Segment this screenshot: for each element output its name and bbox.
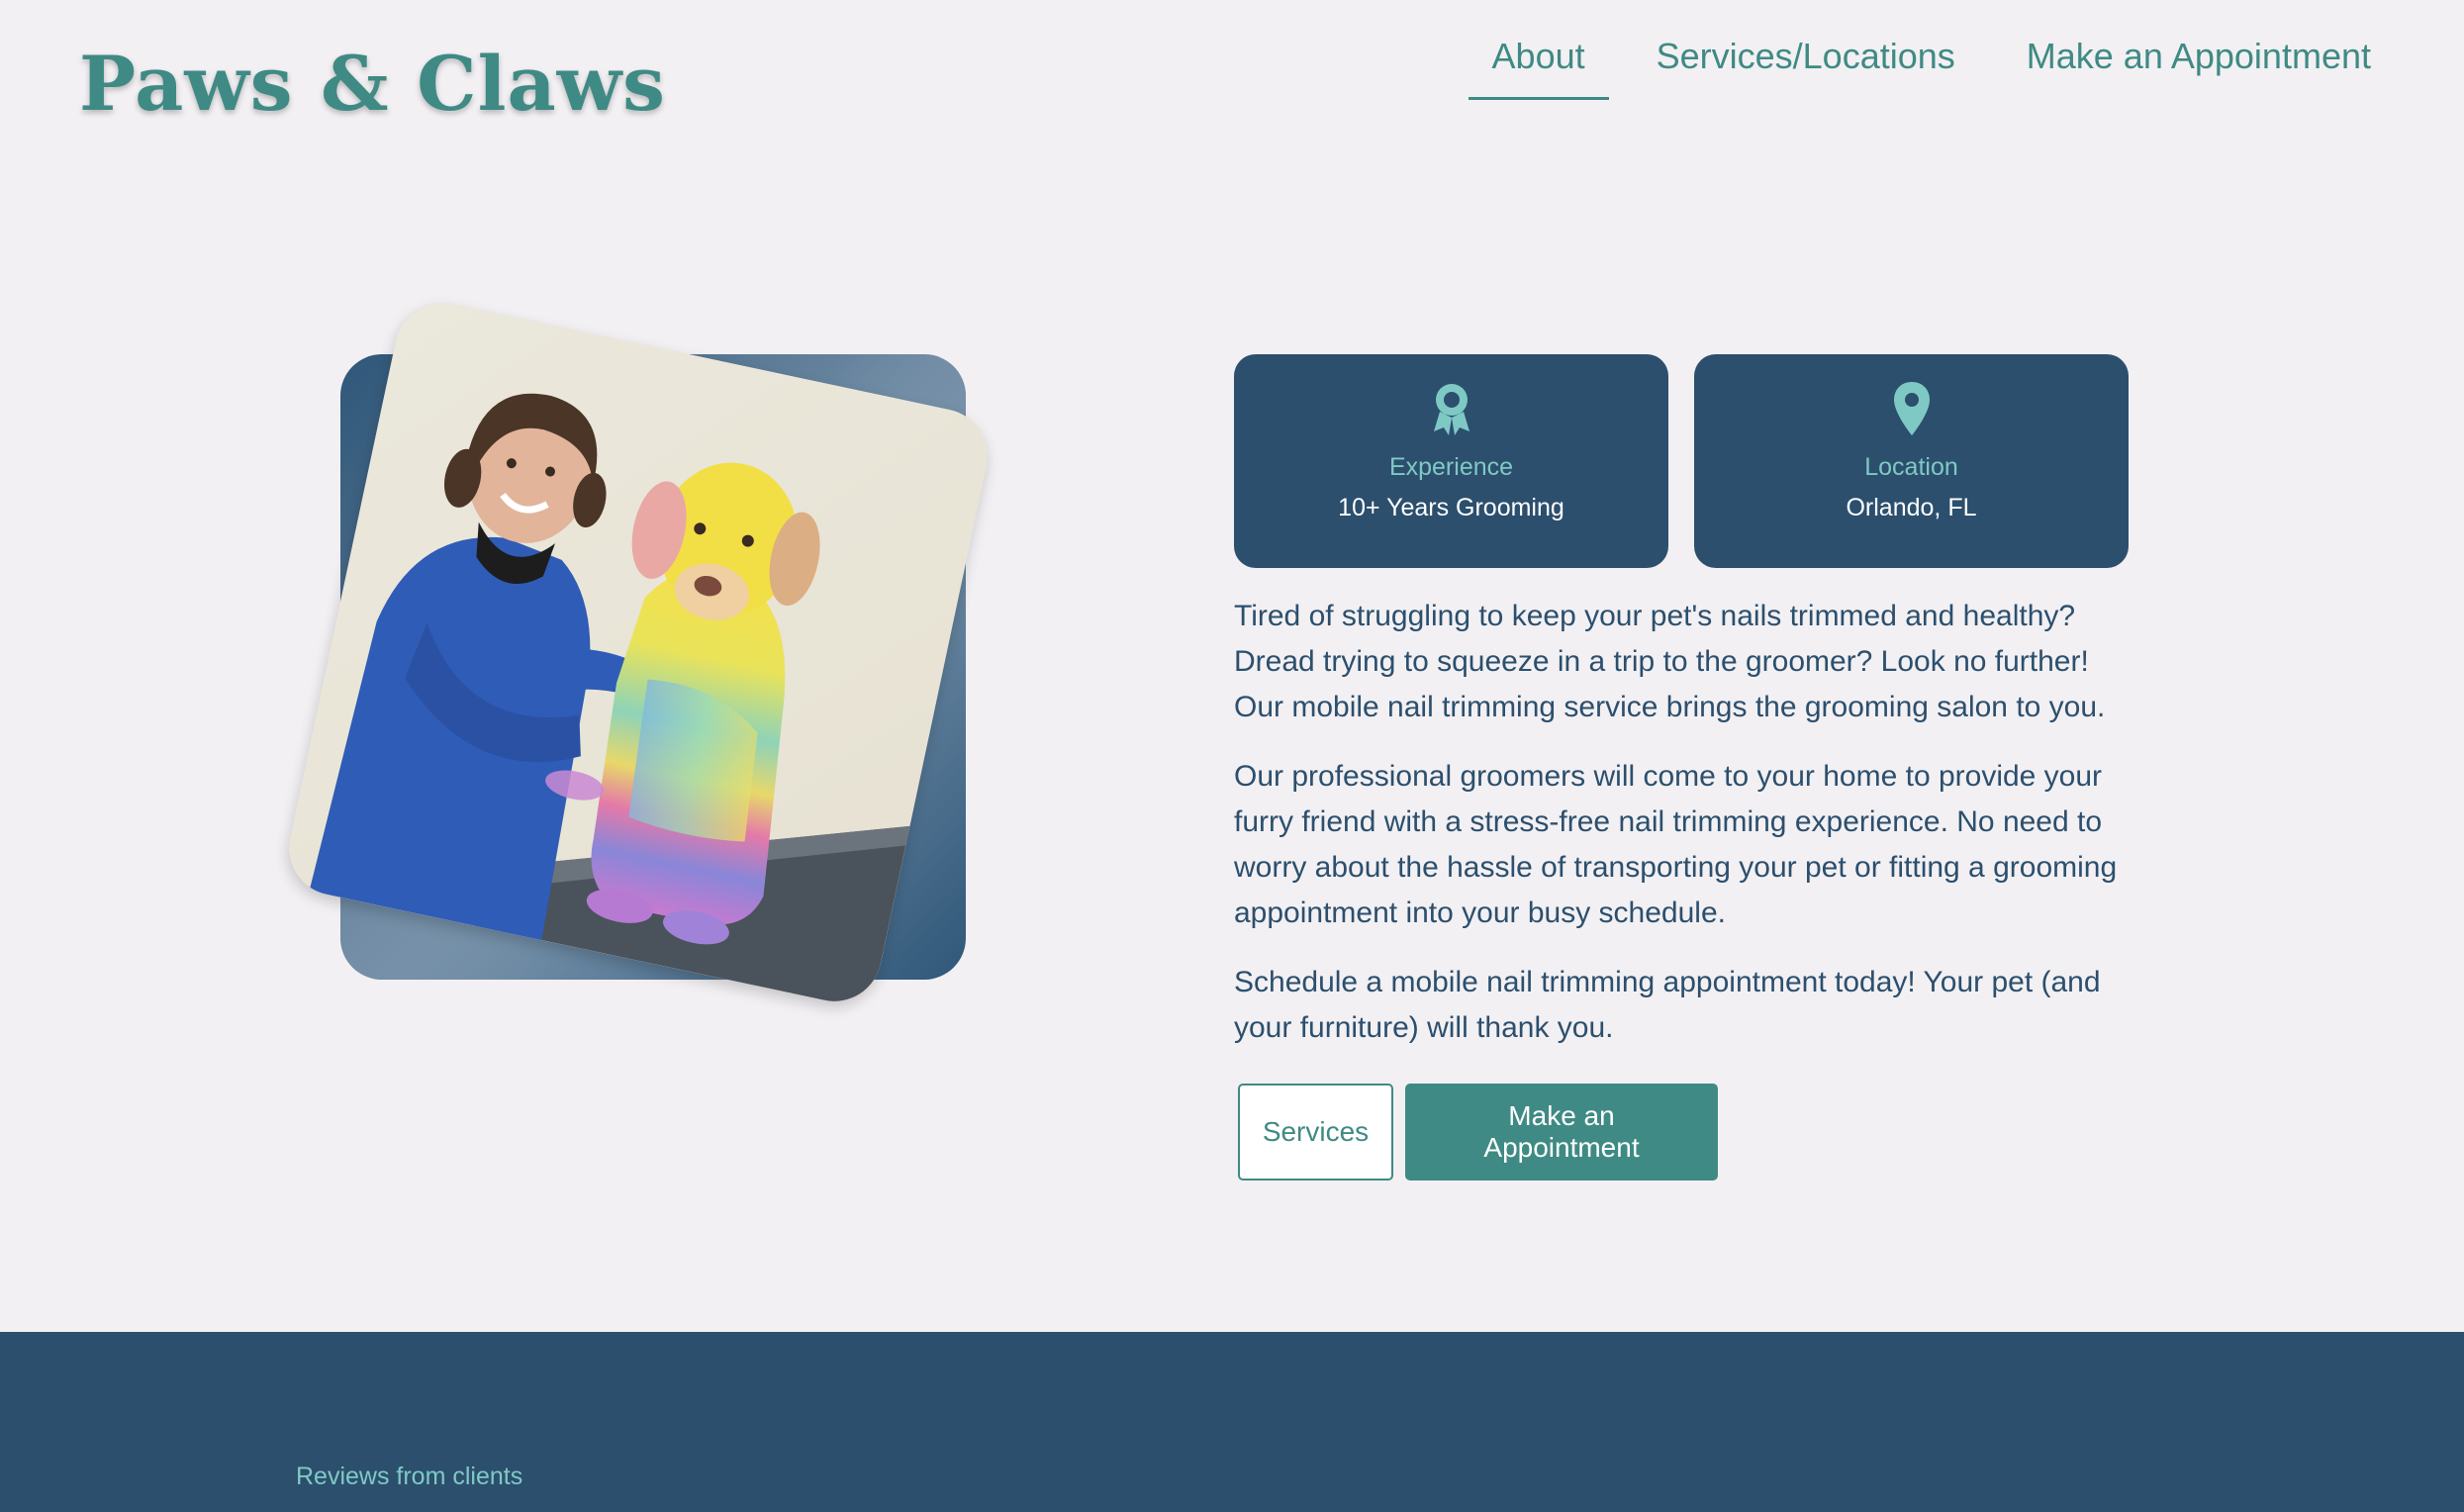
experience-value: 10+ Years Grooming [1338,494,1564,521]
about-paragraph-2: Our professional groomers will come to y… [1234,760,2118,929]
experience-title: Experience [1388,453,1514,481]
nav-make-appointment[interactable]: Make an Appointment [2003,28,2395,100]
cta-buttons: Services Make an Appointment [1238,1084,1718,1181]
hero-photo-frame [280,294,996,1029]
info-cards: Experience 10+ Years Grooming Location O… [1234,354,2129,568]
nav-services-locations[interactable]: Services/Locations [1633,28,1979,100]
reviews-label: Reviews from clients [296,1463,523,1490]
location-value: Orlando, FL [1846,494,1977,521]
about-paragraph-3: Schedule a mobile nail trimming appointm… [1234,966,2101,1044]
location-pin-icon [1892,380,1932,437]
reviews-section: Reviews from clients [0,1332,2464,1512]
site-logo[interactable]: Paws & Claws [79,40,666,128]
award-icon [1430,380,1473,437]
about-paragraph-1: Tired of struggling to keep your pet's n… [1234,600,2106,723]
experience-card: Experience 10+ Years Grooming [1234,354,1668,568]
make-appointment-button[interactable]: Make an Appointment [1405,1084,1718,1181]
nav-about[interactable]: About [1468,28,1609,100]
location-card: Location Orlando, FL [1694,354,2129,568]
about-copy: Tired of struggling to keep your pet's n… [1234,594,2134,1075]
services-button[interactable]: Services [1238,1084,1393,1181]
main-nav: About Services/Locations Make an Appoint… [1468,28,2395,100]
location-title: Location [1864,453,1958,481]
groomer-with-dog-image [280,294,996,1010]
groomer-photo [280,294,996,1010]
